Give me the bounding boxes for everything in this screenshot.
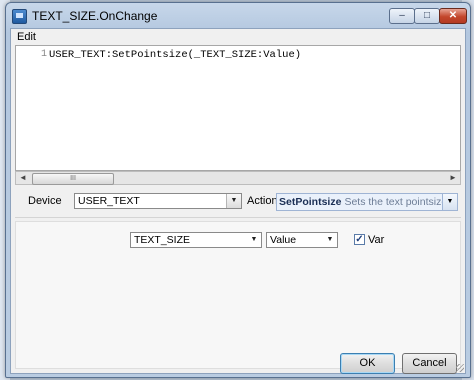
script-editor[interactable]: 1 USER_TEXT:SetPointsize(_TEXT_SIZE:Valu… bbox=[15, 45, 461, 171]
app-icon bbox=[12, 9, 27, 24]
horizontal-scrollbar[interactable]: ◄ III ► bbox=[15, 171, 461, 185]
device-label: Device bbox=[28, 195, 62, 207]
action-select[interactable]: SetPointsize Sets the text pointsize ▼ bbox=[276, 193, 458, 211]
parameter-source-select[interactable]: TEXT_SIZE ▼ bbox=[130, 232, 262, 248]
divider bbox=[15, 217, 461, 218]
script-code-line[interactable]: USER_TEXT:SetPointsize(_TEXT_SIZE:Value) bbox=[49, 49, 301, 61]
chevron-down-icon[interactable]: ▼ bbox=[247, 233, 261, 247]
ok-button[interactable]: OK bbox=[340, 353, 395, 374]
action-description: Sets the text pointsize bbox=[344, 196, 448, 208]
dialog-window: TEXT_SIZE.OnChange – □ ✕ Edit 1 USER_TEX… bbox=[5, 2, 471, 378]
parameter-source-value: TEXT_SIZE bbox=[134, 234, 191, 246]
cancel-button[interactable]: Cancel bbox=[402, 353, 457, 374]
device-select-value: USER_TEXT bbox=[78, 195, 140, 207]
scroll-right-arrow-icon[interactable]: ► bbox=[446, 172, 460, 184]
scroll-left-arrow-icon[interactable]: ◄ bbox=[16, 172, 30, 184]
var-checkbox[interactable]: ✓ bbox=[354, 234, 365, 245]
line-number: 1 bbox=[41, 49, 48, 60]
action-label: Action bbox=[247, 195, 278, 207]
parameter-property-select[interactable]: Value ▼ bbox=[266, 232, 338, 248]
chevron-down-icon[interactable]: ▼ bbox=[226, 194, 241, 208]
device-select[interactable]: USER_TEXT ▼ bbox=[74, 193, 242, 209]
chevron-down-icon[interactable]: ▼ bbox=[442, 194, 457, 210]
chevron-down-icon[interactable]: ▼ bbox=[323, 233, 337, 247]
action-name: SetPointsize bbox=[279, 196, 342, 208]
title-bar[interactable]: TEXT_SIZE.OnChange – □ ✕ bbox=[6, 3, 470, 29]
scroll-thumb[interactable]: III bbox=[32, 173, 114, 185]
var-checkbox-label: Var bbox=[368, 234, 385, 246]
menu-item-edit[interactable]: Edit bbox=[17, 31, 36, 43]
menu-bar: Edit bbox=[11, 29, 465, 45]
parameter-property-value: Value bbox=[270, 234, 297, 246]
dialog-client-area: Edit 1 USER_TEXT:SetPointsize(_TEXT_SIZE… bbox=[10, 28, 466, 374]
window-title: TEXT_SIZE.OnChange bbox=[32, 9, 158, 23]
close-button[interactable]: ✕ bbox=[439, 8, 467, 24]
minimize-button[interactable]: – bbox=[389, 8, 415, 24]
maximize-button[interactable]: □ bbox=[414, 8, 440, 24]
resize-grip-icon[interactable] bbox=[456, 364, 464, 372]
